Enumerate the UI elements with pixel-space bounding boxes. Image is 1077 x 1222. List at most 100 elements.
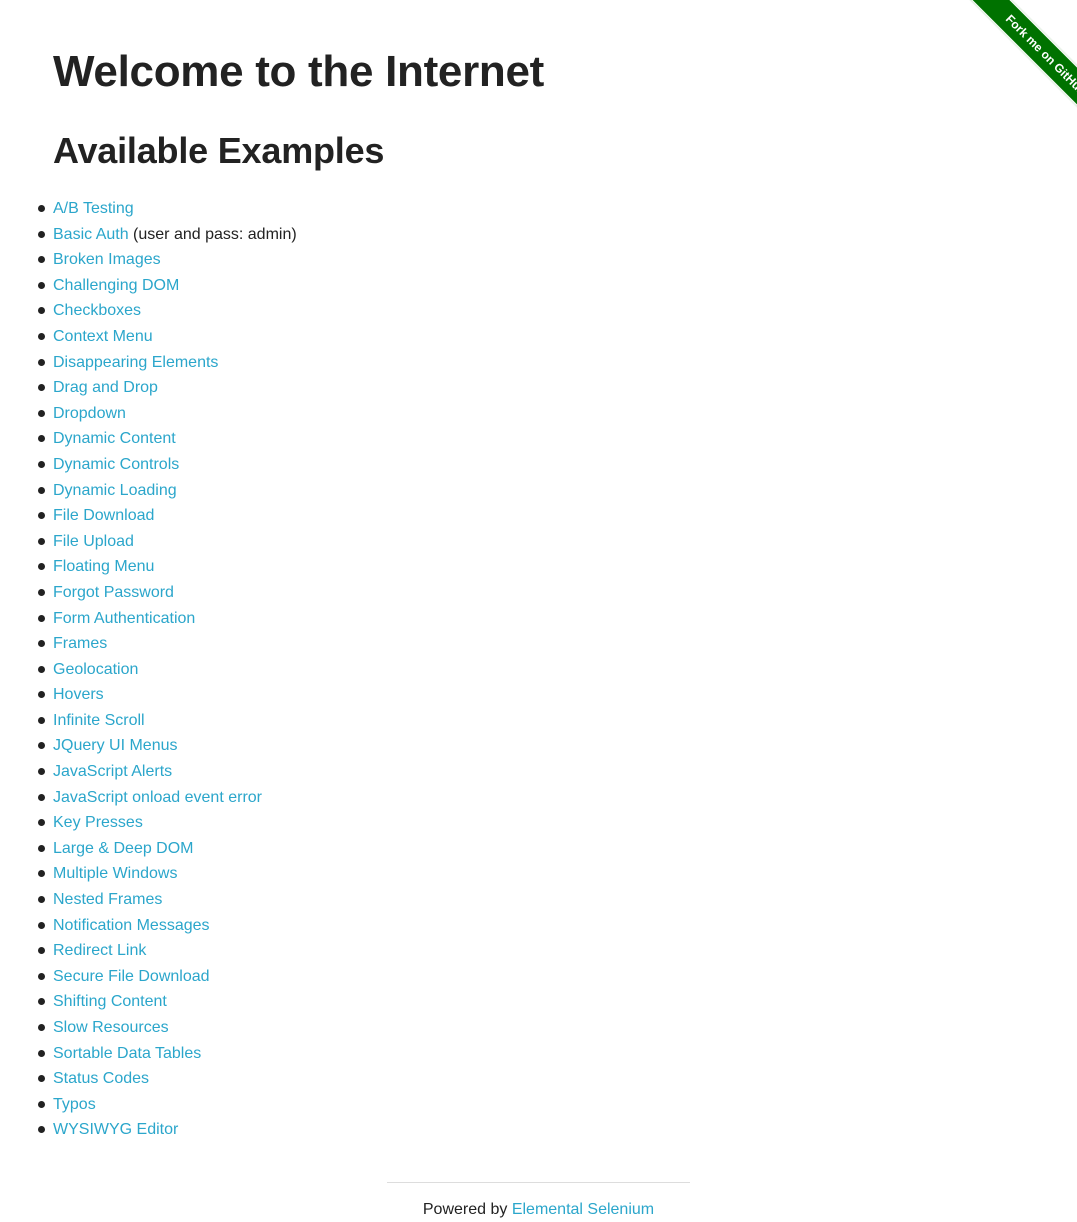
list-item: Multiple Windows bbox=[38, 861, 297, 887]
example-link[interactable]: JavaScript Alerts bbox=[53, 763, 172, 780]
list-item: File Upload bbox=[38, 529, 297, 555]
bullet-icon bbox=[38, 1100, 45, 1108]
example-link[interactable]: Status Codes bbox=[53, 1070, 149, 1087]
bullet-icon bbox=[38, 665, 45, 673]
github-ribbon-container: Fork me on GitHub bbox=[928, 0, 1077, 149]
example-note: (user and pass: admin) bbox=[128, 225, 297, 243]
example-link[interactable]: Shifting Content bbox=[53, 993, 167, 1010]
example-link[interactable]: Large & Deep DOM bbox=[53, 840, 194, 857]
example-link[interactable]: Dynamic Content bbox=[53, 430, 176, 447]
bullet-icon bbox=[38, 870, 45, 878]
bullet-icon bbox=[38, 1049, 45, 1057]
list-item: Disappearing Elements bbox=[38, 350, 297, 376]
example-link[interactable]: Slow Resources bbox=[53, 1019, 169, 1036]
list-item: Shifting Content bbox=[38, 989, 297, 1015]
bullet-icon bbox=[38, 256, 45, 264]
example-link[interactable]: Typos bbox=[53, 1096, 96, 1113]
list-item: Broken Images bbox=[38, 247, 297, 273]
list-item: Geolocation bbox=[38, 657, 297, 683]
example-link[interactable]: JQuery UI Menus bbox=[53, 737, 177, 754]
list-item: WYSIWYG Editor bbox=[38, 1117, 297, 1143]
example-link[interactable]: Broken Images bbox=[53, 251, 161, 268]
list-item: Slow Resources bbox=[38, 1015, 297, 1041]
list-item: Sortable Data Tables bbox=[38, 1041, 297, 1067]
fork-me-on-github-ribbon[interactable]: Fork me on GitHub bbox=[964, 0, 1077, 137]
example-link[interactable]: Dropdown bbox=[53, 405, 126, 422]
bullet-icon bbox=[38, 972, 45, 980]
list-item: Forgot Password bbox=[38, 580, 297, 606]
list-item: Dropdown bbox=[38, 401, 297, 427]
bullet-icon bbox=[38, 537, 45, 545]
example-link[interactable]: Forgot Password bbox=[53, 584, 174, 601]
list-item: A/B Testing bbox=[38, 196, 297, 222]
example-link[interactable]: WYSIWYG Editor bbox=[53, 1121, 178, 1138]
example-link[interactable]: Geolocation bbox=[53, 661, 138, 678]
bullet-icon bbox=[38, 716, 45, 724]
example-link[interactable]: Checkboxes bbox=[53, 302, 141, 319]
list-item: Drag and Drop bbox=[38, 375, 297, 401]
example-link[interactable]: Drag and Drop bbox=[53, 379, 158, 396]
example-link[interactable]: Floating Menu bbox=[53, 558, 154, 575]
bullet-icon bbox=[38, 1024, 45, 1031]
example-link[interactable]: Dynamic Controls bbox=[53, 456, 179, 473]
section-title: Available Examples bbox=[53, 130, 385, 171]
list-item: Typos bbox=[38, 1092, 297, 1118]
example-link[interactable]: Basic Auth bbox=[53, 226, 129, 243]
list-item: Dynamic Content bbox=[38, 426, 297, 452]
example-link[interactable]: Dynamic Loading bbox=[53, 482, 177, 499]
bullet-icon bbox=[38, 1075, 45, 1083]
list-item: Large & Deep DOM bbox=[38, 836, 297, 862]
example-link[interactable]: Infinite Scroll bbox=[53, 712, 145, 729]
example-link[interactable]: Redirect Link bbox=[53, 942, 146, 959]
list-item: Infinite Scroll bbox=[38, 708, 297, 734]
bullet-icon bbox=[38, 588, 45, 596]
bullet-icon bbox=[38, 947, 45, 955]
example-link[interactable]: Hovers bbox=[53, 686, 104, 703]
example-link[interactable]: Multiple Windows bbox=[53, 865, 177, 882]
bullet-icon bbox=[38, 332, 45, 340]
bullet-icon bbox=[38, 384, 45, 392]
bullet-icon bbox=[38, 563, 45, 571]
bullet-icon bbox=[38, 819, 45, 827]
example-link[interactable]: Secure File Download bbox=[53, 968, 210, 985]
list-item: Checkboxes bbox=[38, 298, 297, 324]
footer-divider bbox=[387, 1182, 690, 1183]
bullet-icon bbox=[38, 768, 45, 776]
footer-prefix: Powered by bbox=[422, 1201, 512, 1218]
list-item: Form Authentication bbox=[38, 606, 297, 632]
page-title: Welcome to the Internet bbox=[53, 47, 545, 96]
examples-list: A/B Testing Basic Auth (user and pass: ad… bbox=[38, 196, 297, 1143]
bullet-icon bbox=[38, 281, 45, 289]
example-link[interactable]: Key Presses bbox=[53, 814, 143, 831]
list-item: Basic Auth (user and pass: admin) bbox=[38, 222, 297, 248]
bullet-icon bbox=[38, 921, 45, 929]
example-link[interactable]: File Upload bbox=[53, 533, 134, 550]
list-item: JavaScript onload event error bbox=[38, 785, 297, 811]
bullet-icon bbox=[38, 486, 45, 494]
example-link[interactable]: File Download bbox=[53, 507, 154, 524]
example-link[interactable]: Nested Frames bbox=[53, 891, 162, 908]
list-item: JavaScript Alerts bbox=[38, 759, 297, 785]
list-item: Status Codes bbox=[38, 1066, 297, 1092]
bullet-icon bbox=[38, 742, 45, 750]
example-link[interactable]: Notification Messages bbox=[53, 917, 210, 934]
bullet-icon bbox=[38, 205, 45, 212]
bullet-icon bbox=[38, 896, 45, 904]
bullet-icon bbox=[38, 844, 45, 852]
example-link[interactable]: A/B Testing bbox=[53, 200, 134, 217]
example-link[interactable]: Frames bbox=[53, 635, 107, 652]
list-item: Context Menu bbox=[38, 324, 297, 350]
bullet-icon bbox=[38, 409, 45, 417]
bullet-icon bbox=[38, 358, 45, 366]
bullet-icon bbox=[38, 640, 45, 648]
example-link[interactable]: Form Authentication bbox=[53, 610, 195, 627]
example-link[interactable]: Challenging DOM bbox=[53, 277, 179, 294]
list-item: Frames bbox=[38, 631, 297, 657]
example-link[interactable]: Disappearing Elements bbox=[53, 354, 218, 371]
list-item: Hovers bbox=[38, 682, 297, 708]
elemental-selenium-link[interactable]: Elemental Selenium bbox=[512, 1201, 654, 1218]
example-link[interactable]: Sortable Data Tables bbox=[53, 1045, 201, 1062]
example-link[interactable]: JavaScript onload event error bbox=[53, 789, 262, 806]
list-item: Dynamic Loading bbox=[38, 478, 297, 504]
example-link[interactable]: Context Menu bbox=[53, 328, 153, 345]
